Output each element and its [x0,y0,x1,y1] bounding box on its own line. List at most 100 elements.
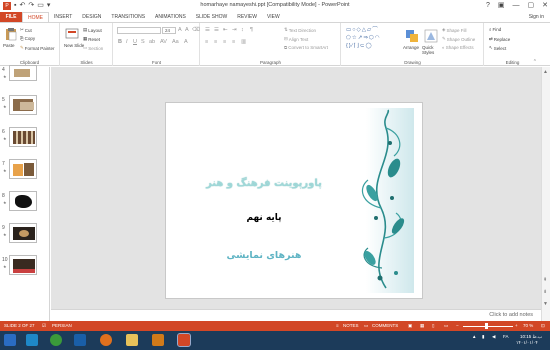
grow-font-icon[interactable]: A [178,27,182,33]
convert-smartart-button[interactable]: ⧉ Convert to SmartArt [284,45,328,50]
underline-icon[interactable]: U [133,39,137,45]
font-size-box[interactable]: 24 [162,27,176,34]
fit-slide-icon[interactable]: ⊡ [541,323,545,329]
quick-styles-icon[interactable] [424,29,438,43]
ribbon-display-button[interactable]: ▣ [498,0,505,12]
tab-slide-show[interactable]: SLIDE SHOW [191,12,232,22]
tab-design[interactable]: DESIGN [77,12,106,22]
slide-thumbnail-5[interactable] [9,95,37,115]
arrange-icon[interactable] [405,29,419,43]
help-button[interactable]: ? [486,0,490,12]
slide-thumbnail-9[interactable] [9,223,37,243]
tab-animations[interactable]: ANIMATIONS [150,12,191,22]
slide-thumbnail-8[interactable] [9,191,37,211]
align-center-icon[interactable]: ≡ [214,39,217,45]
tab-view[interactable]: VIEW [262,12,285,22]
slide-thumbnail-10[interactable] [9,255,37,275]
tab-insert[interactable]: INSERT [49,12,77,22]
change-case-icon[interactable]: Aa [172,39,179,45]
select-button[interactable]: ↖ Select [489,45,506,51]
align-text-button[interactable]: ⊟ Align Text [284,36,308,42]
slideshow-view-icon[interactable]: ▭ [444,323,448,329]
quick-styles-button[interactable]: Quick Styles [422,45,442,55]
tab-review[interactable]: REVIEW [232,12,262,22]
bold-icon[interactable]: B [118,39,122,45]
clock-date[interactable]: ۱۴۰۱/۰۱/۰۴ [516,340,538,346]
cut-button[interactable]: ✂ Cut [20,27,32,33]
notes-pane[interactable]: Click to add notes [51,309,541,321]
align-right-icon[interactable]: ≡ [223,39,226,45]
text-direction-button[interactable]: ⇅ Text Direction [284,27,316,33]
shrink-font-icon[interactable]: A [185,27,189,33]
paste-button[interactable]: Paste [3,43,15,48]
telegram-icon[interactable] [26,334,38,346]
scroll-down-icon[interactable]: ▼ [543,301,548,307]
minimize-button[interactable]: — [513,0,520,12]
next-slide-icon[interactable]: ⇟ [543,289,547,295]
format-painter-button[interactable]: ✎ Format Painter [20,45,55,51]
shape-fill-button[interactable]: ◈ Shape Fill [442,27,466,33]
media-player-icon[interactable] [152,334,164,346]
decrease-indent-icon[interactable]: ⇤ [223,27,228,33]
zoom-out-icon[interactable]: − [456,323,459,328]
maximize-button[interactable]: ▢ [528,0,535,12]
file-explorer-icon[interactable] [126,334,138,346]
italic-icon[interactable]: I [126,39,128,45]
language-indicator[interactable]: PERSIAN [52,323,72,328]
slide-sorter-icon[interactable]: ▦ [420,323,424,329]
paste-icon[interactable] [4,27,18,41]
vertical-scrollbar[interactable]: ▲ ⇞ ⇟ ▼ [541,67,550,321]
slide-thumbnail-7[interactable] [9,159,37,179]
slide-thumbnail-4[interactable] [9,65,37,81]
firefox-icon[interactable] [100,334,112,346]
notes-button[interactable]: NOTES [343,323,359,328]
start-icon[interactable] [4,334,16,346]
increase-indent-icon[interactable]: ⇥ [232,27,237,33]
reading-view-icon[interactable]: ▯ [432,323,434,329]
replace-button[interactable]: ⇄ Replace [489,36,510,42]
line-spacing-icon[interactable]: ↕ [241,27,244,33]
strikethrough-icon[interactable]: ab [149,39,155,45]
justify-icon[interactable]: ≡ [232,39,235,45]
comments-button[interactable]: COMMENTS [372,323,398,328]
previous-slide-icon[interactable]: ⇞ [543,277,547,283]
shapes-gallery[interactable]: ▭○◇△▱⌒ ⬠☆↗⇒⬡◠ {}∕⌈⌋⊂◯ [346,26,402,52]
section-button[interactable]: ▭ Section [83,45,103,51]
current-slide[interactable]: پاورپوینت فرهنگ و هنر پایه نهم هنرهای نم… [165,102,423,299]
reset-button[interactable]: ▦ Reset [83,36,100,42]
shape-outline-button[interactable]: ✎ Shape Outline [442,36,475,42]
slide-title[interactable]: پاورپوینت فرهنگ و هنر [186,178,342,189]
normal-view-icon[interactable]: ▣ [408,323,412,329]
shape-effects-button[interactable]: ◐ Shape Effects [442,45,474,50]
tab-transitions[interactable]: TRANSITIONS [106,12,150,22]
sign-in-link[interactable]: Sign in [529,12,544,22]
clear-format-icon[interactable]: ⌫ [192,27,200,33]
numbering-icon[interactable]: ☰ [214,27,219,33]
arrange-button[interactable]: Arrange [403,45,419,50]
layout-button[interactable]: ▤ Layout [83,27,102,33]
columns-icon[interactable]: ▥ [241,39,246,45]
scroll-up-icon[interactable]: ▲ [543,69,548,75]
find-button[interactable]: ⌕ Find [489,27,501,32]
new-slide-icon[interactable] [65,27,79,41]
slide-subtitle[interactable]: پایه نهم [186,213,342,223]
chrome-icon[interactable] [50,334,62,346]
collapse-ribbon-icon[interactable]: ⌃ [533,59,537,65]
close-button[interactable]: ✕ [542,0,548,12]
keyboard-language[interactable]: FA [503,334,509,339]
tab-file[interactable]: FILE [0,12,22,22]
notes-placeholder[interactable]: Click to add notes [489,312,533,318]
zoom-level[interactable]: 70 % [523,323,533,328]
powerpoint-taskbar-icon[interactable] [177,333,191,347]
new-slide-button[interactable]: New Slide [64,43,84,48]
zoom-slider-thumb[interactable] [485,323,488,329]
char-spacing-icon[interactable]: AV [160,39,167,45]
zoom-slider[interactable] [463,323,513,329]
slide-text[interactable]: هنرهای نمایشی [186,250,342,261]
font-color-icon[interactable]: A [184,39,188,45]
shadow-icon[interactable]: S [141,39,145,45]
zoom-in-icon[interactable]: + [515,323,518,328]
slide-thumbnail-6[interactable] [9,127,37,147]
internet-explorer-icon[interactable] [74,334,86,346]
volume-icon[interactable]: ◀ [492,334,495,340]
